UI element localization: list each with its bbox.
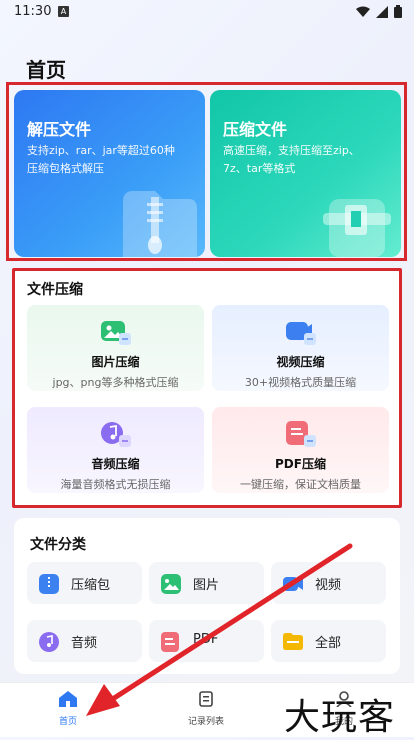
zipper-folder-icon <box>123 191 197 257</box>
category-all[interactable]: 全部 <box>271 620 386 662</box>
pdf-compress-icon <box>285 421 316 447</box>
category-label-image: 图片 <box>193 578 220 593</box>
category-archive[interactable]: 压缩包 <box>27 562 142 604</box>
pdf-icon <box>161 632 179 652</box>
video-compress-card[interactable]: 视频压缩 30+视频格式质量压缩 <box>212 305 389 391</box>
file-compress-panel: 文件压缩 图片压缩 jpg、png等多种格式压缩 视频压缩 30+视频格式质量压… <box>12 268 402 508</box>
nav-home[interactable]: 首页 <box>28 691 108 727</box>
home-icon <box>59 691 77 707</box>
signal-icon <box>376 5 388 18</box>
compress-title: 压缩文件 <box>223 120 288 139</box>
nav-label-home: 首页 <box>58 717 77 727</box>
watermark-logo: 大玩客 <box>284 697 396 738</box>
image-compress-card[interactable]: 图片压缩 jpg、png等多种格式压缩 <box>27 305 204 391</box>
image-compress-desc: jpg、png等多种格式压缩 <box>52 376 179 389</box>
category-label-archive: 压缩包 <box>71 578 111 593</box>
decompress-file-card[interactable]: 解压文件 支持zip、rar、jar等超过60种压缩包格式解压 <box>14 90 205 257</box>
decompress-desc: 支持zip、rar、jar等超过60种压缩包格式解压 <box>27 144 175 175</box>
file-category-panel: 文件分类 压缩包 图片 视频 音频 PDF 全部 <box>14 518 400 674</box>
category-label-audio: 音频 <box>71 636 98 651</box>
page-title: 首页 <box>26 58 66 82</box>
image-compress-name: 图片压缩 <box>91 355 140 369</box>
wifi-icon <box>356 6 370 17</box>
video-compress-name: 视频压缩 <box>276 355 325 369</box>
image-icon <box>161 574 181 594</box>
category-label-all: 全部 <box>315 636 342 651</box>
battery-icon <box>394 5 402 18</box>
category-image[interactable]: 图片 <box>149 562 264 604</box>
compress-file-card[interactable]: 压缩文件 高速压缩，支持压缩至zip、7z、tar等格式 <box>210 90 401 257</box>
audio-compress-icon <box>100 422 131 447</box>
pdf-compress-name: PDF压缩 <box>275 457 326 471</box>
archive-icon <box>39 574 59 594</box>
pdf-compress-desc: 一键压缩，保证文档质量 <box>240 478 361 491</box>
section-title-compress: 文件压缩 <box>27 282 83 298</box>
status-time: 11:30 <box>14 4 52 19</box>
category-video[interactable]: 视频 <box>271 562 386 604</box>
section-title-category: 文件分类 <box>30 537 86 553</box>
decompress-title: 解压文件 <box>27 120 92 139</box>
list-icon <box>199 691 213 707</box>
category-label-video: 视频 <box>315 578 342 593</box>
audio-compress-name: 音频压缩 <box>91 457 140 471</box>
video-compress-desc: 30+视频格式质量压缩 <box>244 376 357 389</box>
audio-icon <box>39 632 59 652</box>
folder-icon <box>283 633 303 650</box>
category-pdf[interactable]: PDF <box>149 620 264 662</box>
nav-label-records: 记录列表 <box>187 717 224 727</box>
video-icon <box>283 577 303 591</box>
video-compress-icon <box>285 322 316 345</box>
audio-compress-desc: 海量音频格式无损压缩 <box>60 478 171 491</box>
status-bar: 11:30 A <box>0 0 414 24</box>
nav-records[interactable]: 记录列表 <box>166 691 246 727</box>
category-audio[interactable]: 音频 <box>27 620 142 662</box>
image-compress-icon <box>100 321 131 345</box>
audio-compress-card[interactable]: 音频压缩 海量音频格式无损压缩 <box>27 407 204 493</box>
category-label-pdf: PDF <box>193 632 219 647</box>
notification-icon: A <box>58 6 69 17</box>
compress-box-icon <box>323 199 391 257</box>
pdf-compress-card[interactable]: PDF压缩 一键压缩，保证文档质量 <box>212 407 389 493</box>
compress-desc: 高速压缩，支持压缩至zip、7z、tar等格式 <box>223 144 360 175</box>
